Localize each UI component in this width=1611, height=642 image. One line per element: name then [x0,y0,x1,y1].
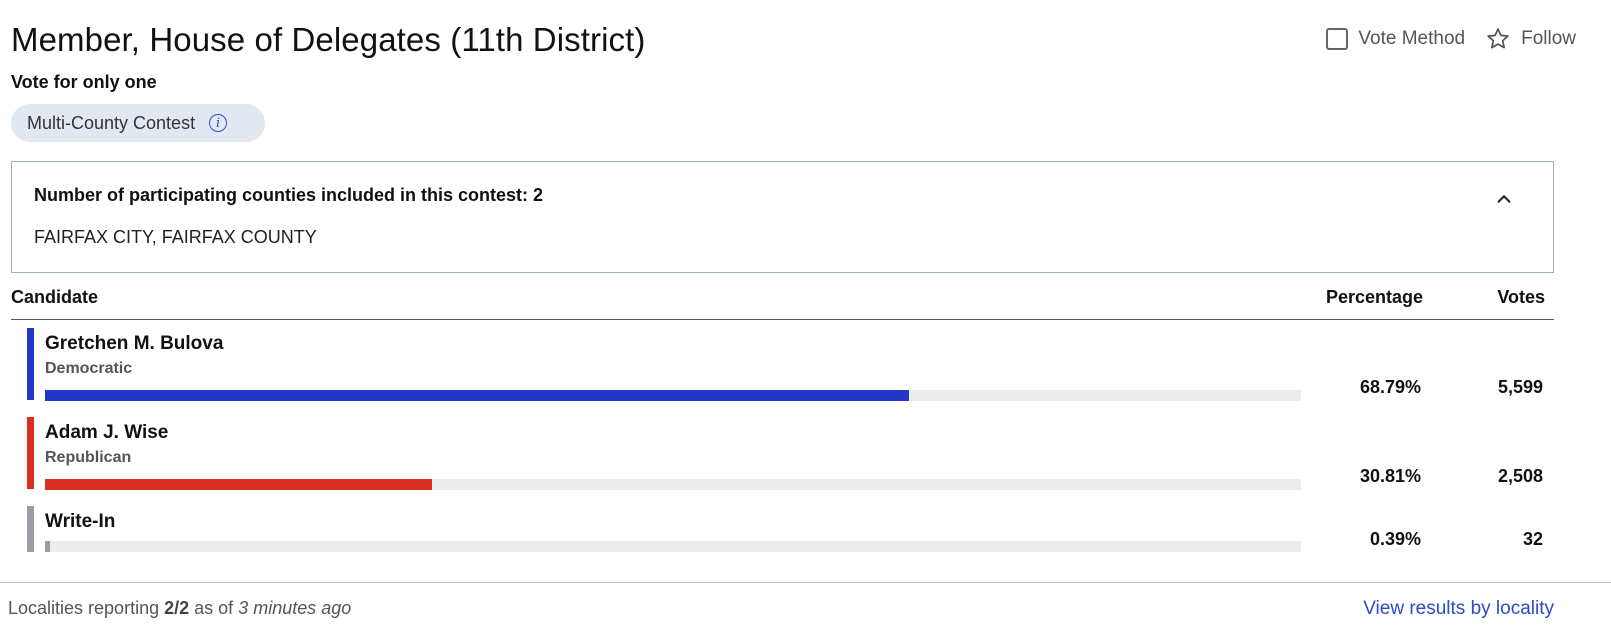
reporting-mid: as of [194,598,234,618]
header-percentage: Percentage [1325,287,1423,307]
counties-panel: Number of participating counties include… [11,161,1554,273]
vote-method-toggle[interactable]: Vote Method [1326,28,1465,50]
party-color-stripe [27,417,34,489]
party-color-stripe [27,506,34,552]
vote-share-bar [45,390,1301,401]
vote-method-label: Vote Method [1358,28,1466,49]
chevron-up-icon[interactable] [1493,188,1515,210]
info-icon[interactable]: i [209,114,228,132]
candidate-row: Write-In 0.39% 32 [27,506,1554,554]
follow-button[interactable]: Follow [1485,26,1576,52]
candidate-percentage: 0.39% [1369,529,1421,549]
results-table-header: Candidate Percentage Votes [11,285,1554,320]
candidate-name: Adam J. Wise [45,422,169,443]
candidate-votes: 5,599 [1497,377,1543,397]
reporting-time: 3 minutes ago [238,598,352,618]
reporting-count: 2/2 [164,598,190,618]
candidate-percentage: 68.79% [1359,377,1421,397]
header-votes: Votes [1497,287,1545,307]
candidate-votes: 32 [1522,529,1543,549]
vote-share-fill [45,390,909,401]
candidate-party: Republican [45,449,132,466]
vote-share-bar [45,479,1301,490]
counties-list: FAIRFAX CITY, FAIRFAX COUNTY [34,227,317,247]
vote-share-fill [45,479,432,490]
candidate-row: Gretchen M. Bulova Democratic 68.79% 5,5… [27,328,1554,402]
multi-county-chip[interactable]: Multi-County Contest i [11,104,265,142]
follow-label: Follow [1521,28,1576,49]
footer-divider [0,582,1611,583]
party-color-stripe [27,328,34,400]
candidate-row: Adam J. Wise Republican 30.81% 2,508 [27,417,1554,491]
contest-title: Member, House of Delegates (11th Distric… [11,21,646,58]
reporting-status: Localities reporting 2/2 as of 3 minutes… [8,598,351,619]
reporting-prefix: Localities reporting [8,598,160,618]
candidate-percentage: 30.81% [1359,466,1421,486]
candidate-party: Democratic [45,360,133,377]
header-candidate: Candidate [11,287,99,307]
vote-method-checkbox[interactable] [1326,28,1349,50]
star-icon [1485,26,1511,52]
candidate-votes: 2,508 [1497,466,1543,486]
chip-label: Multi-County Contest [27,112,196,133]
vote-share-bar [45,541,1301,552]
contest-subtitle: Vote for only one [11,72,157,92]
contest-toolbar: Vote Method Follow [1326,26,1576,52]
candidate-name: Write-In [45,511,116,532]
counties-heading: Number of participating counties include… [34,185,544,205]
view-results-by-locality-link[interactable]: View results by locality [1363,598,1554,620]
vote-share-fill [45,541,50,552]
candidate-name: Gretchen M. Bulova [45,333,224,354]
